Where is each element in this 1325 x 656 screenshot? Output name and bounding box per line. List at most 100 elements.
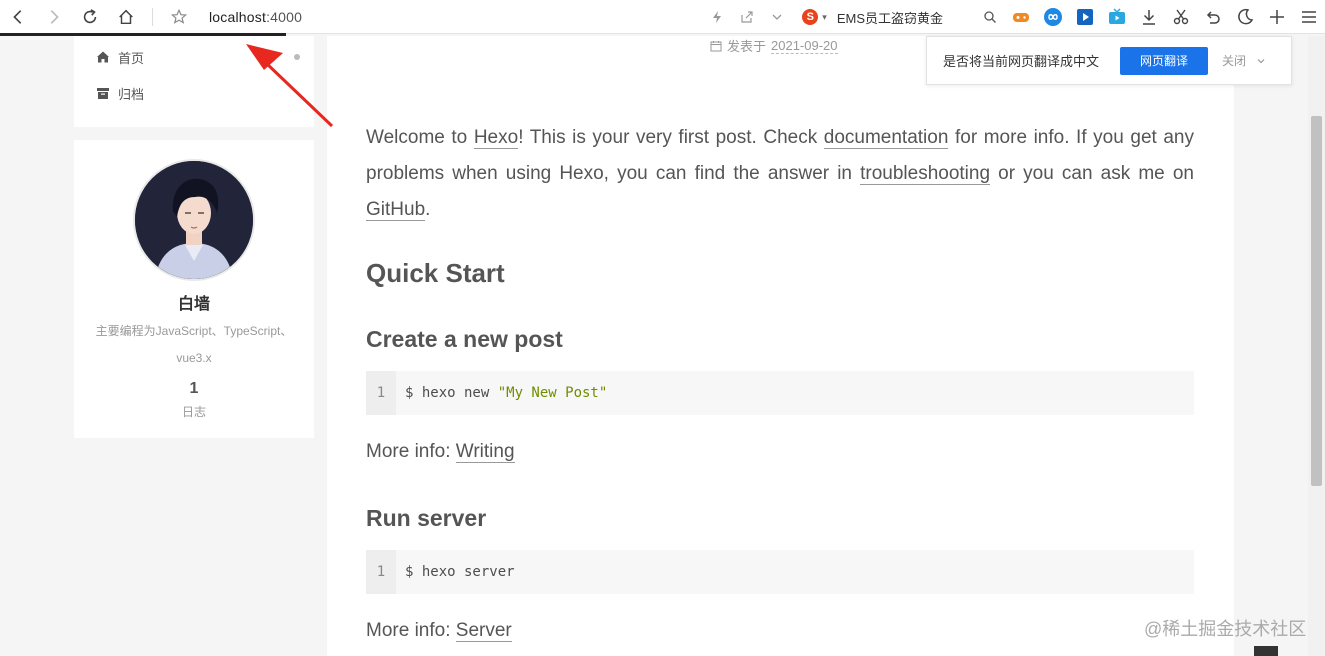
url-port: :4000 <box>266 8 303 25</box>
calendar-icon <box>710 40 722 51</box>
active-indicator-dot <box>294 54 300 60</box>
text-run: . <box>425 199 431 220</box>
code-line-number: 1 <box>366 371 396 415</box>
writing-link[interactable]: Writing <box>455 441 515 463</box>
author-profile-card: 白墙 主要编程为JavaScript、TypeScript、 vue3.x 1 … <box>74 140 314 438</box>
star-icon <box>170 8 188 24</box>
quick-start-heading: Quick Start <box>366 258 505 288</box>
post-count-label[interactable]: 日志 <box>74 403 314 420</box>
text-run: ! This is your very first post. Check <box>518 127 824 148</box>
caret-down-icon: ▾ <box>822 11 827 22</box>
author-description-line: vue3.x <box>176 351 212 365</box>
chevron-down-icon <box>1257 58 1265 63</box>
post-body: Welcome to Hexo! This is your very first… <box>366 120 1194 642</box>
code-string: "My New Post" <box>497 385 608 401</box>
toolbar-divider <box>152 7 153 26</box>
tv-icon <box>1109 8 1125 24</box>
home-icon <box>97 51 109 63</box>
url-host: localhost <box>209 8 267 25</box>
home-button[interactable] <box>108 0 144 34</box>
post-count[interactable]: 1 <box>74 380 314 398</box>
code-text: $ hexo new <box>405 385 498 401</box>
chevron-left-icon <box>13 9 22 24</box>
new-tab-button[interactable] <box>1261 0 1293 34</box>
sidebar-menu: 首页 归档 <box>74 36 314 127</box>
lightning-icon <box>713 11 722 23</box>
section-heading: Run server <box>366 505 487 531</box>
browser-toolbar: localhost:4000 S ▾ EMS员工盗窃黄金 <box>0 0 1325 34</box>
toolbar-right: S ▾ EMS员工盗窃黄金 <box>702 0 1325 34</box>
documentation-link[interactable]: documentation <box>823 127 949 149</box>
close-translate-button[interactable]: 关闭 <box>1222 52 1266 69</box>
night-mode-button[interactable] <box>1229 0 1261 34</box>
chevron-down-icon <box>772 14 782 20</box>
undo-close-tab-button[interactable] <box>1197 0 1229 34</box>
translate-question: 是否将当前网页翻译成中文 <box>943 54 1100 69</box>
text-run: Welcome to <box>366 127 474 148</box>
translate-page-button[interactable]: 网页翻译 <box>1120 46 1209 75</box>
troubleshooting-link[interactable]: troubleshooting <box>860 163 991 185</box>
code-block: 1 $ hexo new "My New Post" <box>366 371 1194 415</box>
address-bar[interactable]: localhost:4000 <box>209 9 302 25</box>
search-engine-selector[interactable]: S ▾ EMS员工盗窃黄金 <box>802 8 943 27</box>
page-scrollbar[interactable] <box>1308 36 1325 656</box>
github-link[interactable]: GitHub <box>366 199 426 221</box>
sogou-logo-icon: S <box>802 9 819 25</box>
post-article: 发表于 2021-09-20 Welcome to Hexo! This is … <box>327 36 1234 656</box>
search-hint-text: EMS员工盗窃黄金 <box>836 10 943 26</box>
tv-extension-button[interactable] <box>1101 0 1133 34</box>
game-extension-button[interactable] <box>1005 0 1037 34</box>
bookmark-star-button[interactable] <box>161 0 197 34</box>
avatar-illustration <box>135 161 253 279</box>
back-to-top-button[interactable] <box>1254 646 1278 656</box>
more-info-label: More info: <box>366 620 456 641</box>
code-line: $ hexo server <box>396 564 515 580</box>
main-menu-button[interactable] <box>1293 0 1325 34</box>
gamepad-icon <box>1013 13 1029 22</box>
more-info-label: More info: <box>366 441 456 462</box>
dropdown-button[interactable] <box>762 0 792 34</box>
home-icon <box>119 9 133 24</box>
close-label: 关闭 <box>1222 54 1247 68</box>
menu-item-label: 归档 <box>118 86 145 102</box>
scrollbar-thumb[interactable] <box>1311 116 1322 486</box>
search-icon <box>984 11 996 23</box>
section-heading: Create a new post <box>366 326 563 352</box>
post-meta-label: 发表于 <box>727 39 767 54</box>
forward-button[interactable] <box>36 0 72 34</box>
scissors-icon <box>1173 9 1189 25</box>
watermark: @稀土掘金技术社区 <box>1144 619 1307 639</box>
screenshot-button[interactable] <box>1165 0 1197 34</box>
download-button[interactable] <box>1133 0 1165 34</box>
more-info: More info: Server <box>366 620 512 642</box>
post-meta: 发表于 2021-09-20 <box>710 36 838 55</box>
menu-item-archive[interactable]: 归档 <box>96 83 144 103</box>
server-link[interactable]: Server <box>455 620 512 642</box>
back-button[interactable] <box>0 0 36 34</box>
intro-paragraph: Welcome to Hexo! This is your very first… <box>366 120 1194 228</box>
hexo-link[interactable]: Hexo <box>473 127 519 149</box>
archive-icon <box>97 88 109 99</box>
code-block: 1 $ hexo server <box>366 550 1194 594</box>
play-icon <box>1077 9 1093 25</box>
moon-icon <box>1238 8 1254 25</box>
author-name: 白墙 <box>177 296 210 313</box>
code-text: $ hexo server <box>405 564 515 580</box>
lightning-button[interactable] <box>702 0 732 34</box>
menu-item-home[interactable]: 首页 <box>96 47 144 67</box>
translate-prompt: 是否将当前网页翻译成中文 网页翻译 关闭 <box>926 36 1292 85</box>
post-date: 2021-09-20 <box>771 37 838 54</box>
code-line: $ hexo new "My New Post" <box>396 385 607 401</box>
share-button[interactable] <box>732 0 762 34</box>
chevron-right-icon <box>50 9 59 24</box>
code-line-number: 1 <box>366 550 396 594</box>
search-button[interactable] <box>975 0 1005 34</box>
author-avatar[interactable] <box>133 159 255 281</box>
reload-button[interactable] <box>72 0 108 34</box>
hamburger-menu-icon <box>1302 11 1316 23</box>
video-extension-button[interactable] <box>1069 0 1101 34</box>
plus-icon <box>1270 10 1284 24</box>
author-description: 主要编程为JavaScript、TypeScript、 vue3.x <box>74 318 314 372</box>
author-description-line: 主要编程为JavaScript、TypeScript、 <box>95 324 293 338</box>
infinity-extension-button[interactable] <box>1037 0 1069 34</box>
